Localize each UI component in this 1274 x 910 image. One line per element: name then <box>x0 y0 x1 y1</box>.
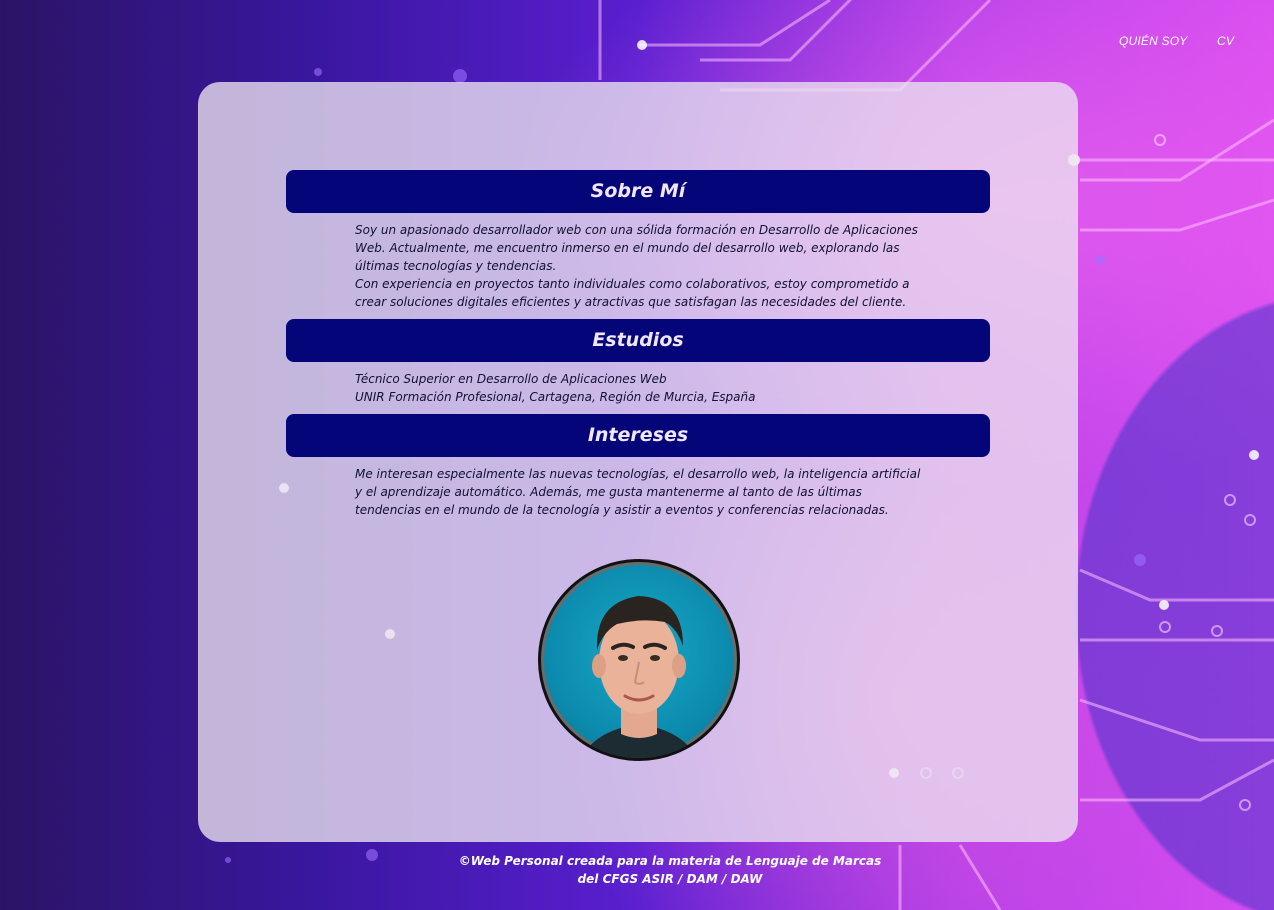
intereses-paragraph: Me interesan especialmente las nuevas te… <box>355 467 921 517</box>
estudios-institution: UNIR Formación Profesional, Cartagena, R… <box>355 390 756 404</box>
profile-photo <box>538 559 740 761</box>
nav-link-cv[interactable]: CV <box>1217 34 1234 48</box>
section-body-intereses: Me interesan especialmente las nuevas te… <box>355 465 925 519</box>
footer-line-1: ©Web Personal creada para la materia de … <box>458 854 882 868</box>
sobre-mi-paragraph-2: Con experiencia en proyectos tanto indiv… <box>355 277 910 309</box>
section-title-sobre-mi: Sobre Mí <box>286 170 990 213</box>
footer-line-2: del CFGS ASIR / DAM / DAW <box>577 872 763 886</box>
estudios-degree: Técnico Superior en Desarrollo de Aplica… <box>355 372 667 386</box>
nav-link-quien-soy[interactable]: QUIÉN SOY <box>1119 34 1187 48</box>
section-title-estudios: Estudios <box>286 319 990 362</box>
sobre-mi-paragraph-1: Soy un apasionado desarrollador web con … <box>355 223 918 273</box>
section-body-sobre-mi: Soy un apasionado desarrollador web con … <box>355 221 925 311</box>
page-footer: ©Web Personal creada para la materia de … <box>0 852 1274 888</box>
section-body-estudios: Técnico Superior en Desarrollo de Aplica… <box>355 370 925 406</box>
content-card: Sobre Mí Soy un apasionado desarrollador… <box>198 82 1078 842</box>
top-nav: QUIÉN SOY CV <box>0 34 1274 54</box>
person-icon <box>581 596 697 758</box>
section-title-intereses: Intereses <box>286 414 990 457</box>
